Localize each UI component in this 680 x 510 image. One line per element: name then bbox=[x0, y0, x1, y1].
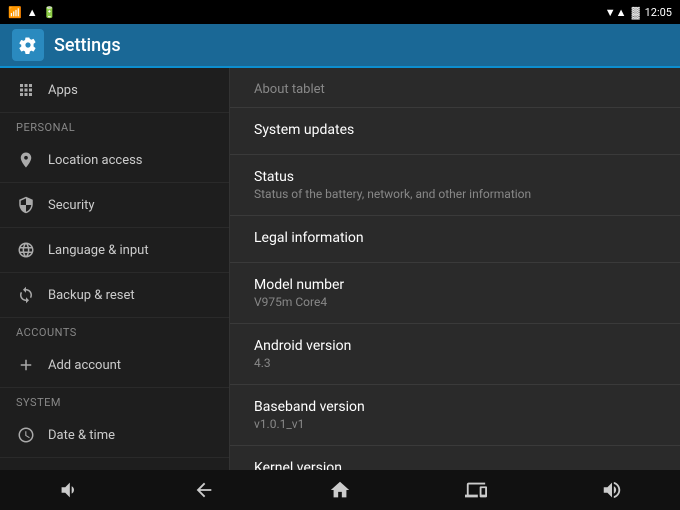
sidebar-date-label: Date & time bbox=[48, 428, 115, 443]
content-system-updates[interactable]: System updates bbox=[230, 108, 680, 155]
wifi-indicator: ▼▲ bbox=[605, 6, 627, 19]
sidebar-item-backup[interactable]: Backup & reset bbox=[0, 273, 229, 318]
sidebar-security-label: Security bbox=[48, 198, 95, 213]
content-legal[interactable]: Legal information bbox=[230, 216, 680, 263]
sidebar-item-language[interactable]: Language & input bbox=[0, 228, 229, 273]
status-title: Status bbox=[254, 169, 656, 185]
model-value: V975m Core4 bbox=[254, 295, 656, 309]
home-button[interactable] bbox=[309, 473, 371, 507]
clock-icon bbox=[16, 425, 36, 445]
baseband-title: Baseband version bbox=[254, 399, 656, 415]
status-bar: 📶 ▲ 🔋 ▼▲ ▓ 12:05 bbox=[0, 0, 680, 24]
sidebar-language-label: Language & input bbox=[48, 243, 149, 258]
sidebar-item-location[interactable]: Location access bbox=[0, 138, 229, 183]
content-header: About tablet bbox=[230, 68, 680, 108]
status-subtitle: Status of the battery, network, and othe… bbox=[254, 187, 656, 201]
content-area: About tablet System updates Status Statu… bbox=[230, 68, 680, 470]
time-display: 12:05 bbox=[645, 6, 672, 19]
android-version-title: Android version bbox=[254, 338, 656, 354]
sidebar-backup-label: Backup & reset bbox=[48, 288, 135, 303]
status-right-icons: ▼▲ ▓ 12:05 bbox=[605, 6, 672, 19]
backup-icon bbox=[16, 285, 36, 305]
language-icon bbox=[16, 240, 36, 260]
settings-gear-icon bbox=[19, 36, 37, 54]
wifi-icon: 📶 bbox=[8, 6, 22, 19]
recents-button[interactable] bbox=[445, 473, 507, 507]
model-title: Model number bbox=[254, 277, 656, 293]
status-left-icons: 📶 ▲ 🔋 bbox=[8, 6, 56, 19]
baseband-value: v1.0.1_v1 bbox=[254, 417, 656, 431]
battery-icon: 🔋 bbox=[43, 6, 57, 19]
content-status[interactable]: Status Status of the battery, network, a… bbox=[230, 155, 680, 216]
section-label-system: SYSTEM bbox=[0, 388, 229, 413]
sidebar-item-accessibility[interactable]: Accessibility bbox=[0, 458, 229, 470]
settings-icon bbox=[12, 29, 44, 61]
app-title: Settings bbox=[54, 35, 121, 56]
volume-up-button[interactable] bbox=[581, 473, 643, 507]
battery-level: ▓ bbox=[632, 6, 640, 19]
main-layout: Apps PERSONAL Location access Security L… bbox=[0, 68, 680, 470]
section-label-accounts: ACCOUNTS bbox=[0, 318, 229, 343]
app-header: Settings bbox=[0, 24, 680, 68]
content-kernel: Kernel version 3.10.10-01254-g25f3c41-di… bbox=[230, 446, 680, 470]
signal-icon: ▲ bbox=[27, 6, 38, 19]
android-version-value: 4.3 bbox=[254, 356, 656, 370]
security-icon bbox=[16, 195, 36, 215]
sidebar-item-date[interactable]: Date & time bbox=[0, 413, 229, 458]
sidebar-location-label: Location access bbox=[48, 153, 143, 168]
sidebar: Apps PERSONAL Location access Security L… bbox=[0, 68, 230, 470]
sidebar-item-add-account[interactable]: Add account bbox=[0, 343, 229, 388]
content-android-version: Android version 4.3 bbox=[230, 324, 680, 385]
bottom-navigation bbox=[0, 470, 680, 510]
sidebar-item-security[interactable]: Security bbox=[0, 183, 229, 228]
sidebar-apps-label: Apps bbox=[48, 83, 78, 98]
content-model: Model number V975m Core4 bbox=[230, 263, 680, 324]
section-label-personal: PERSONAL bbox=[0, 113, 229, 138]
location-icon bbox=[16, 150, 36, 170]
system-updates-title: System updates bbox=[254, 122, 656, 138]
sidebar-item-apps[interactable]: Apps bbox=[0, 68, 229, 113]
sidebar-add-account-label: Add account bbox=[48, 358, 121, 373]
volume-down-button[interactable] bbox=[37, 473, 99, 507]
kernel-title: Kernel version bbox=[254, 460, 656, 470]
apps-icon bbox=[16, 80, 36, 100]
legal-title: Legal information bbox=[254, 230, 656, 246]
add-icon bbox=[16, 355, 36, 375]
back-button[interactable] bbox=[173, 473, 235, 507]
content-baseband: Baseband version v1.0.1_v1 bbox=[230, 385, 680, 446]
